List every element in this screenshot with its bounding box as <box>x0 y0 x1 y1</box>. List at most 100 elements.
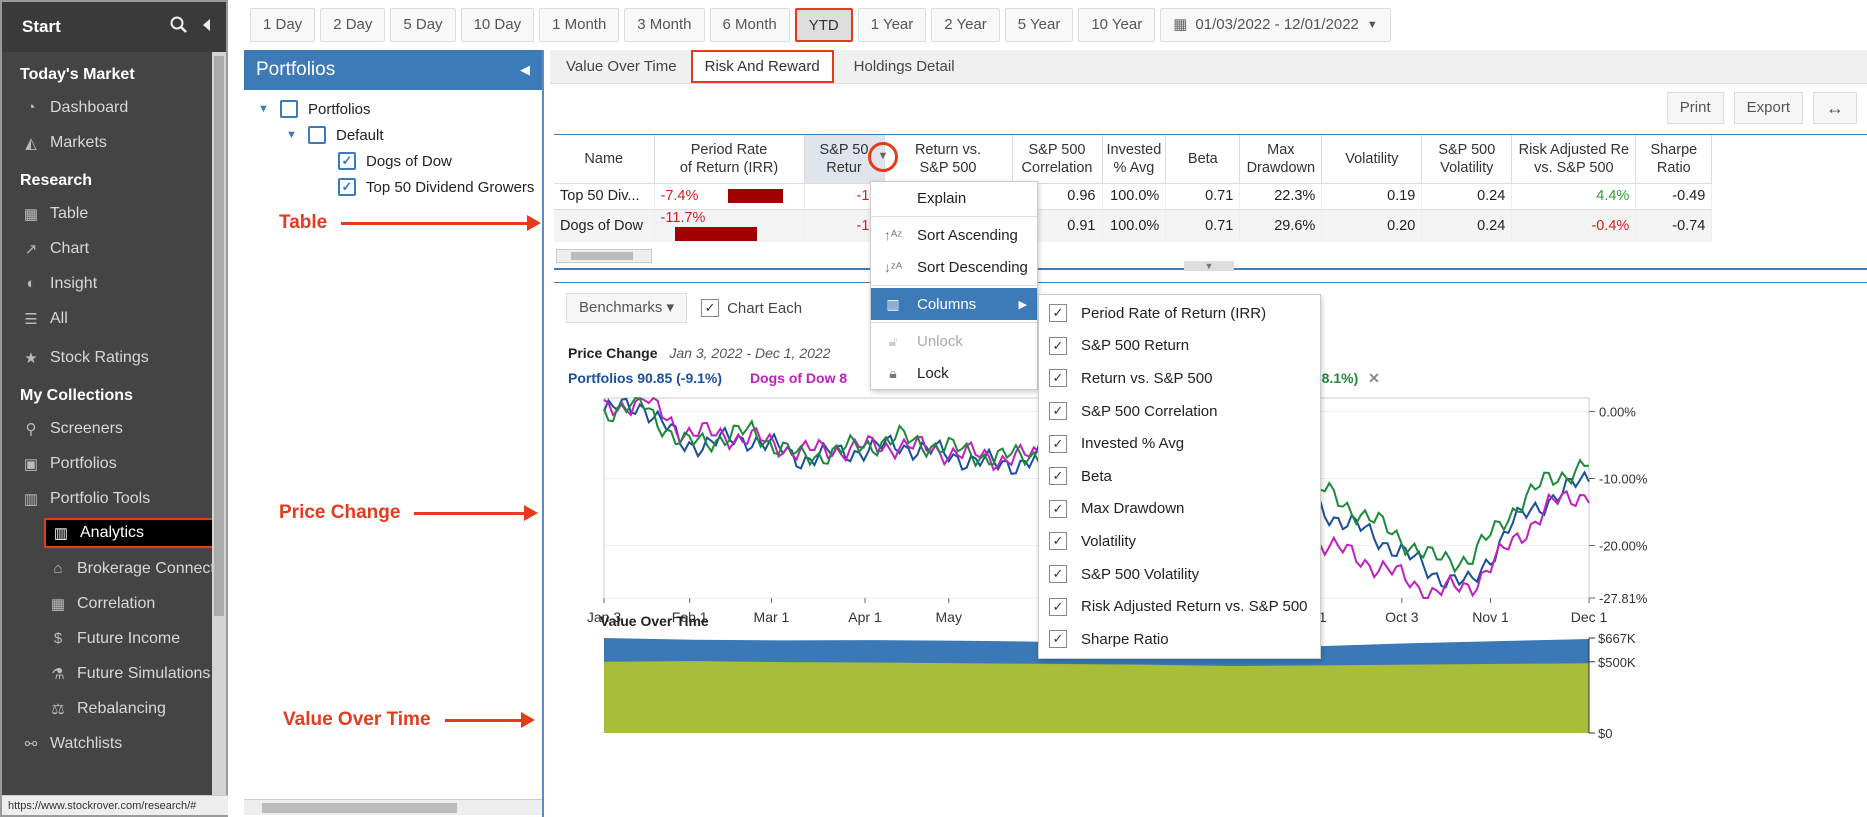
sidebar-item-brokerage-connect[interactable]: ⌂ Brokerage Connect <box>2 551 226 586</box>
menu-item-lock[interactable]: 🔒︎ Lock <box>871 357 1037 389</box>
sidebar-item-insight[interactable]: ◐ Insight <box>2 266 226 301</box>
menu-item-columns[interactable]: ▥ Columns ▶ <box>871 288 1037 320</box>
checkbox-checked[interactable]: ✓ <box>1049 402 1067 421</box>
collapse-sidebar-icon[interactable] <box>200 17 212 38</box>
sidebar-item-watchlists[interactable]: ⚯ Watchlists <box>2 726 226 761</box>
checkbox-checked[interactable]: ✓ <box>1049 630 1067 649</box>
sidebar-item-screeners[interactable]: ⚲ Screeners <box>2 411 226 446</box>
sidebar-item-markets[interactable]: ◭ Markets <box>2 125 226 160</box>
period-button-5-day[interactable]: 5 Day <box>390 8 456 42</box>
scrollbar-thumb[interactable] <box>262 803 457 813</box>
column-toggle[interactable]: ✓ Risk Adjusted Return vs. S&P 500 <box>1039 590 1320 623</box>
col-header-sharpe[interactable]: Sharpe Ratio <box>1635 135 1713 183</box>
col-header-sp500-volatility[interactable]: S&P 500 Volatility <box>1421 135 1513 183</box>
checkbox-checked[interactable]: ✓ <box>1049 532 1067 551</box>
sidebar-item-future-income[interactable]: $ Future Income <box>2 621 226 656</box>
checkbox-default[interactable] <box>308 126 326 144</box>
col-header-name[interactable]: Name <box>554 135 655 183</box>
period-button-2-day[interactable]: 2 Day <box>320 8 386 42</box>
date-range-picker[interactable]: ▦ 01/03/2022 - 12/01/2022 ▼ <box>1160 8 1391 42</box>
checkbox-checked[interactable]: ✓ <box>1049 565 1067 584</box>
column-toggle[interactable]: ✓ S&P 500 Correlation <box>1039 395 1320 428</box>
tab-risk-and-reward[interactable]: Risk And Reward <box>690 50 834 83</box>
period-button-10-day[interactable]: 10 Day <box>460 8 535 42</box>
benchmarks-dropdown[interactable]: Benchmarks ▾ <box>566 293 688 323</box>
checkbox-checked[interactable]: ✓ <box>1049 304 1067 323</box>
tab-value-over-time[interactable]: Value Over Time <box>566 58 677 75</box>
tree-row-dogs-of-dow[interactable]: ✓ Dogs of Dow <box>244 148 542 174</box>
table-horizontal-scrollbar[interactable] <box>556 249 652 263</box>
scrollbar-thumb[interactable] <box>214 56 224 616</box>
col-header-max-drawdown[interactable]: Max Drawdown <box>1239 135 1323 183</box>
tree-row-portfolios[interactable]: ▼ Portfolios <box>244 96 542 122</box>
legend-portfolios[interactable]: Portfolios 90.85 (-9.1%) <box>568 370 722 386</box>
column-toggle[interactable]: ✓ Sharpe Ratio <box>1039 623 1320 656</box>
column-toggle[interactable]: ✓ Invested % Avg <box>1039 427 1320 460</box>
col-header-risk-adjusted[interactable]: Risk Adjusted Re vs. S&P 500 <box>1511 135 1637 183</box>
tab-holdings-detail[interactable]: Holdings Detail <box>854 58 955 75</box>
menu-item-explain[interactable]: Explain <box>871 182 1037 214</box>
column-toggle[interactable]: ✓ S&P 500 Return <box>1039 330 1320 363</box>
checkbox-checked[interactable]: ✓ <box>1049 434 1067 453</box>
sidebar-item-portfolio-tools[interactable]: ▥ Portfolio Tools <box>2 481 226 516</box>
checkbox-checked[interactable]: ✓ <box>1049 597 1067 616</box>
panel-horizontal-scrollbar[interactable] <box>244 799 542 815</box>
splitter-handle[interactable]: ▼ <box>1184 261 1234 271</box>
checkbox-checked[interactable]: ✓ <box>1049 467 1067 486</box>
menu-item-sort-descending[interactable]: ↓ᶻᴬ Sort Descending <box>871 251 1037 283</box>
expand-width-icon[interactable]: ↔ <box>1813 92 1857 124</box>
start-label[interactable]: Start <box>22 17 61 37</box>
column-toggle[interactable]: ✓ Volatility <box>1039 525 1320 558</box>
sidebar-item-correlation[interactable]: ▦ Correlation <box>2 586 226 621</box>
period-button-1-day[interactable]: 1 Day <box>250 8 316 42</box>
print-button[interactable]: Print <box>1666 92 1724 124</box>
sidebar-item-analytics[interactable]: ▥ Analytics <box>44 518 222 548</box>
export-button[interactable]: Export <box>1733 92 1803 124</box>
period-button-10-year[interactable]: 10 Year <box>1078 8 1156 42</box>
col-header-beta[interactable]: Beta <box>1165 135 1241 183</box>
checkbox-dogs-of-dow[interactable]: ✓ <box>338 152 356 170</box>
checkbox-portfolios[interactable] <box>280 100 298 118</box>
period-button-1-year[interactable]: 1 Year <box>857 8 927 42</box>
period-button-6-month[interactable]: 6 Month <box>709 8 790 42</box>
table-row[interactable]: Top 50 Div... -7.4% -13 % 0.96 100.0% 0.… <box>554 182 1713 209</box>
expand-caret-icon[interactable]: ▼ <box>286 129 302 141</box>
col-header-volatility[interactable]: Volatility <box>1321 135 1423 183</box>
period-button-1-month[interactable]: 1 Month <box>539 8 620 42</box>
legend-dogs-of-dow[interactable]: Dogs of Dow 8 <box>750 370 847 386</box>
period-button-3-month[interactable]: 3 Month <box>624 8 705 42</box>
sidebar-item-dashboard[interactable]: ◔ Dashboard <box>2 90 226 125</box>
column-toggle[interactable]: ✓ Period Rate of Return (IRR) <box>1039 297 1320 330</box>
scrollbar-thumb[interactable] <box>571 252 633 260</box>
close-icon[interactable]: ✕ <box>1368 370 1380 386</box>
sidebar-item-stock-ratings[interactable]: ★ Stock Ratings <box>2 340 226 375</box>
checkbox-checked[interactable]: ✓ <box>1049 499 1067 518</box>
expand-caret-icon[interactable]: ▼ <box>258 103 274 115</box>
period-button-2-year[interactable]: 2 Year <box>931 8 1000 42</box>
period-button-5-year[interactable]: 5 Year <box>1004 8 1074 42</box>
column-menu-trigger-icon[interactable]: ▼ <box>875 150 891 164</box>
col-header-return-vs-sp500[interactable]: Return vs. S&P 500 <box>884 135 1013 183</box>
sidebar-item-table[interactable]: ▦ Table <box>2 196 226 231</box>
tree-row-default[interactable]: ▼ Default <box>244 122 542 148</box>
checkbox-top-50[interactable]: ✓ <box>338 178 356 196</box>
period-button-ytd[interactable]: YTD <box>794 8 853 42</box>
sidebar-item-all[interactable]: ☰ All <box>2 301 226 336</box>
column-toggle[interactable]: ✓ Return vs. S&P 500 <box>1039 362 1320 395</box>
legend-top-50[interactable]: -8.1%) ✕ <box>1317 370 1380 387</box>
tree-row-top-50[interactable]: ✓ Top 50 Dividend Growers <box>244 174 542 200</box>
column-toggle[interactable]: ✓ Max Drawdown <box>1039 493 1320 526</box>
col-header-irr[interactable]: Period Rate of Return (IRR) <box>654 135 805 183</box>
collapse-panel-icon[interactable]: ◀ <box>520 50 530 90</box>
checkbox-checked[interactable]: ✓ <box>1049 369 1067 388</box>
column-toggle[interactable]: ✓ Beta <box>1039 460 1320 493</box>
checkbox-checked[interactable]: ✓ <box>1049 336 1067 355</box>
sidebar-item-portfolios[interactable]: ▣ Portfolios <box>2 446 226 481</box>
table-row[interactable]: Dogs of Dow -11.7% -13 % 0.91 100.0% 0.7… <box>554 208 1713 242</box>
menu-item-sort-ascending[interactable]: ↑ᴬᶻ Sort Ascending <box>871 219 1037 251</box>
chart-each-toggle[interactable]: ✓ Chart Each <box>701 299 802 317</box>
col-header-invested[interactable]: Invested% Avg <box>1102 135 1167 183</box>
sidebar-item-rebalancing[interactable]: ⚖ Rebalancing <box>2 691 226 726</box>
sidebar-item-future-simulations[interactable]: ⚗ Future Simulations <box>2 656 226 691</box>
sidebar-scrollbar[interactable] <box>212 52 226 797</box>
